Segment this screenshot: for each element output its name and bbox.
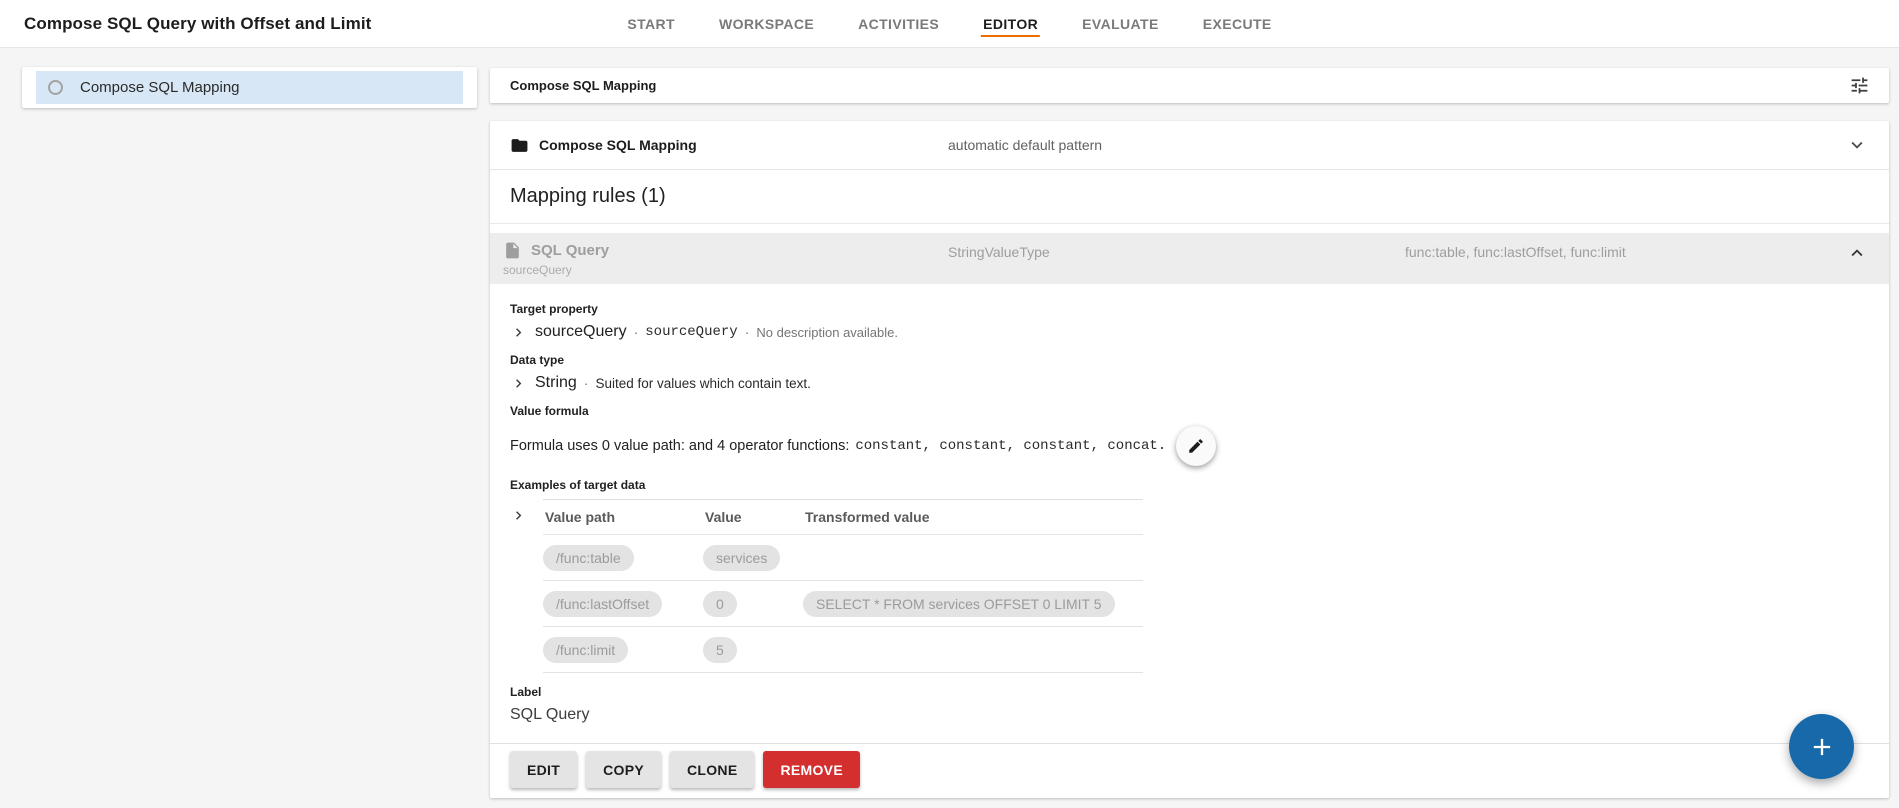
target-property-label: Target property [510,302,598,316]
value-formula-label: Value formula [510,404,589,418]
rule-value-type: StringValueType [948,244,1050,260]
chevron-right-icon[interactable] [510,324,527,341]
table-row: /func:table services [543,535,1143,581]
target-property-row: sourceQuery · sourceQuery · No descripti… [510,323,1869,341]
value-path-chip: /func:lastOffset [543,590,663,617]
examples-section: Value path Value Transformed value /func… [510,499,1869,673]
nav-item-start[interactable]: START [625,12,677,37]
value-path-chip: /func:limit [543,636,629,663]
mapping-list-card: Compose SQL Mapping [22,67,477,108]
data-type-name: String [535,374,577,391]
mapping-card-header[interactable]: Compose SQL Mapping automatic default pa… [490,121,1889,170]
value-chip: services [703,544,781,571]
rule-name: SQL Query [531,242,610,259]
rule-value-paths: func:table, func:lastOffset, func:limit [1405,244,1626,260]
target-property-path: sourceQuery [645,324,738,340]
chevron-right-icon[interactable] [510,375,527,392]
value-chip: 5 [703,636,737,663]
target-property-name: sourceQuery [535,323,627,340]
sidebar-item-compose-sql-mapping[interactable]: Compose SQL Mapping [36,71,463,104]
rule-actions: EDIT COPY CLONE REMOVE [490,743,1889,798]
panel-header: Compose SQL Mapping [490,68,1889,103]
remove-button[interactable]: REMOVE [763,751,860,788]
panel-title: Compose SQL Mapping [510,78,657,93]
rule-header[interactable]: SQL Query sourceQuery StringValueType fu… [490,233,1889,284]
file-icon [503,241,522,260]
top-bar: Compose SQL Query with Offset and Limit … [0,0,1899,48]
value-chip: 0 [703,590,737,617]
label-field-value: SQL Query [510,706,590,723]
target-property-description: No description available. [756,324,898,340]
mapping-title: Compose SQL Mapping [539,137,697,153]
tune-icon[interactable] [1847,73,1872,98]
data-type-description: Suited for values which contain text. [595,375,811,391]
nav-item-evaluate[interactable]: EVALUATE [1080,12,1161,37]
mapping-title-group: Compose SQL Mapping [510,136,948,155]
clone-button[interactable]: CLONE [669,751,755,788]
pencil-icon [1187,437,1205,455]
chevron-up-icon[interactable] [1841,241,1873,264]
mapping-rules-heading: Mapping rules (1) [490,170,1889,224]
sidebar-item-label: Compose SQL Mapping [80,79,240,96]
nav-item-activities[interactable]: ACTIVITIES [856,12,941,37]
edit-formula-button[interactable] [1176,426,1217,466]
add-rule-fab[interactable] [1789,714,1854,779]
data-type-label: Data type [510,353,565,367]
examples-label: Examples of target data [510,478,646,492]
separator-dot: · [583,375,589,391]
app-root: Compose SQL Query with Offset and Limit … [0,0,1899,808]
table-row: /func:limit 5 [543,627,1143,673]
page-title: Compose SQL Query with Offset and Limit [24,14,372,33]
mapping-pattern: automatic default pattern [948,137,1103,153]
nav-item-editor[interactable]: EDITOR [981,12,1041,37]
separator-dot: · [744,324,750,340]
radio-unchecked-icon[interactable] [48,80,63,95]
edit-button[interactable]: EDIT [510,751,578,788]
transformed-value-chip: SELECT * FROM services OFFSET 0 LIMIT 5 [803,590,1115,617]
mapping-card: Compose SQL Mapping automatic default pa… [490,121,1889,798]
rule-target-property: sourceQuery [503,263,572,277]
nav-item-workspace[interactable]: WORKSPACE [717,12,816,37]
formula-summary: Formula uses 0 value path: and 4 operato… [510,438,850,454]
separator-dot: · [633,324,639,340]
formula-functions: constant, constant, constant, concat. [855,438,1167,454]
value-path-chip: /func:table [543,544,634,571]
nav-item-execute[interactable]: EXECUTE [1201,12,1274,37]
examples-table-header: Value path Value Transformed value [543,500,1143,535]
label-field-label: Label [510,685,542,699]
rule-detail: Target property sourceQuery · sourceQuer… [490,284,1889,743]
folder-icon [510,136,529,155]
examples-table: Value path Value Transformed value /func… [543,499,1143,673]
column-header-transformed-value: Transformed value [805,509,930,525]
rule-identity: SQL Query sourceQuery [503,241,948,277]
value-formula-row: Formula uses 0 value path: and 4 operato… [510,426,1869,466]
column-header-value: Value [705,509,742,525]
chevron-down-icon[interactable] [1841,134,1873,156]
table-row: /func:lastOffset 0 SELECT * FROM service… [543,581,1143,627]
main-nav: START WORKSPACE ACTIVITIES EDITOR EVALUA… [625,0,1273,48]
copy-button[interactable]: COPY [586,751,661,788]
column-header-value-path: Value path [545,509,616,525]
plus-icon [1808,733,1836,761]
data-type-row: String · Suited for values which contain… [510,374,1869,392]
chevron-right-icon[interactable] [510,507,527,524]
